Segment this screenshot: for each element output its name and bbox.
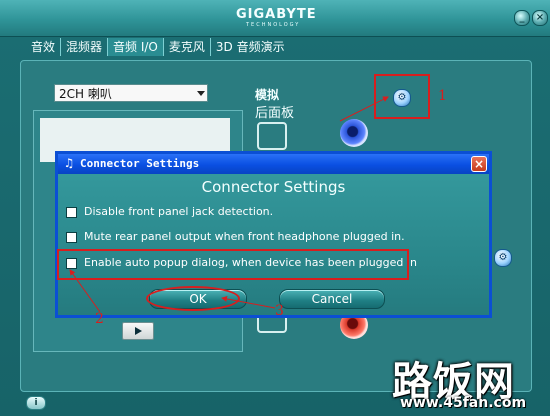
dialog-title: Connector Settings bbox=[80, 157, 200, 170]
analog-label: 模拟 bbox=[255, 88, 280, 102]
annotation-number-1: 1 bbox=[438, 88, 447, 104]
checkbox-disable-front-jack-detection[interactable] bbox=[66, 207, 77, 218]
brand-logo: GIGABYTE bbox=[236, 7, 317, 22]
tab-microphone[interactable]: 麦克风 bbox=[164, 38, 211, 56]
tab-sound-effects[interactable]: 音效 bbox=[26, 38, 62, 56]
annotation-number-3: 3 bbox=[275, 303, 284, 319]
watermark-url: www.45fan.com bbox=[400, 395, 527, 411]
dialog-heading: Connector Settings bbox=[201, 178, 346, 196]
annotation-box-1 bbox=[374, 74, 430, 119]
cancel-button[interactable]: Cancel bbox=[279, 289, 385, 309]
close-icon[interactable]: × bbox=[532, 10, 548, 26]
dialog-body: Connector Settings Disable front panel j… bbox=[58, 174, 489, 315]
digital-settings-wrench-icon[interactable]: ⚙ bbox=[494, 249, 512, 267]
blue-jack-icon[interactable] bbox=[340, 119, 368, 147]
speaker-icon: ♫ bbox=[63, 156, 75, 170]
checkbox-label: Mute rear panel output when front headph… bbox=[84, 230, 405, 243]
tab-3d-audio-demo[interactable]: 3D 音频演示 bbox=[211, 38, 290, 56]
annotation-ring-ok bbox=[146, 286, 240, 311]
tab-mixer[interactable]: 混频器 bbox=[61, 38, 109, 56]
dialog-title-bar: ♫ Connector Settings × bbox=[58, 154, 489, 174]
speaker-mode-value: 2CH 喇叭 bbox=[59, 87, 112, 101]
speaker-mode-select[interactable]: 2CH 喇叭 bbox=[54, 84, 208, 102]
brand-subtitle: TECHNOLOGY bbox=[246, 22, 301, 28]
annotation-number-2: 2 bbox=[95, 311, 104, 327]
play-icon bbox=[135, 327, 142, 335]
chevron-down-icon bbox=[197, 91, 205, 96]
connector-settings-dialog: ♫ Connector Settings × Connector Setting… bbox=[55, 151, 492, 318]
annotation-box-2 bbox=[57, 249, 409, 280]
output-device-icon bbox=[257, 122, 287, 150]
checkbox-mute-rear-output[interactable] bbox=[66, 232, 77, 243]
checkbox-label: Disable front panel jack detection. bbox=[84, 205, 274, 218]
rear-panel-label: 后面板 bbox=[255, 106, 295, 121]
tab-bar: 音效 混频器 音频 I/O 麦克风 3D 音频演示 bbox=[26, 38, 290, 56]
dialog-close-button[interactable]: × bbox=[471, 156, 487, 172]
minimize-icon[interactable]: _ bbox=[514, 10, 530, 26]
play-test-button[interactable] bbox=[122, 322, 154, 340]
info-icon[interactable]: i bbox=[26, 396, 46, 410]
title-bar: GIGABYTE TECHNOLOGY _ × bbox=[0, 0, 550, 37]
tab-audio-io[interactable]: 音频 I/O bbox=[108, 38, 164, 56]
